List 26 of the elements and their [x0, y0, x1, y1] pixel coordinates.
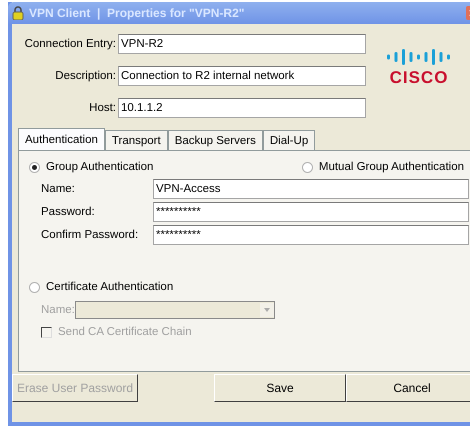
window-title: VPN Client | Properties for "VPN-R2"	[29, 6, 246, 20]
field-label: Name:	[41, 183, 76, 195]
tab[interactable]: Dial-Up	[262, 130, 316, 150]
bars-icon	[386, 48, 452, 66]
dialog-button[interactable]: Cancel	[346, 374, 470, 402]
radio-button[interactable]: Certificate Authentication	[29, 281, 174, 293]
field-label: Connection Entry:	[24, 38, 117, 50]
radio-button[interactable]: Mutual Group Authentication	[302, 161, 464, 173]
text-field[interactable]: 10.1.1.2	[118, 98, 366, 118]
tab[interactable]: Authentication	[18, 128, 105, 151]
text-field[interactable]: VPN-Access	[153, 179, 469, 199]
text-field[interactable]: VPN-R2	[118, 34, 366, 54]
logo-text: CISCO	[390, 68, 448, 88]
text-field[interactable]: Connection to R2 internal network	[118, 66, 366, 86]
padlock-icon	[12, 6, 24, 20]
tab[interactable]: Transport	[104, 130, 168, 150]
text-field[interactable]: **********	[153, 225, 469, 245]
tab[interactable]: Backup Servers	[168, 130, 263, 150]
field-label: Name:	[41, 304, 75, 316]
field-label: Host:	[88, 102, 117, 114]
field-label: Description:	[54, 70, 117, 82]
field-label: Confirm Password:	[41, 229, 140, 241]
radio-button[interactable]: Group Authentication	[29, 161, 154, 173]
text-field[interactable]: **********	[153, 202, 469, 222]
field-label: Password:	[41, 206, 96, 218]
dialog-button[interactable]: Save	[214, 374, 346, 402]
